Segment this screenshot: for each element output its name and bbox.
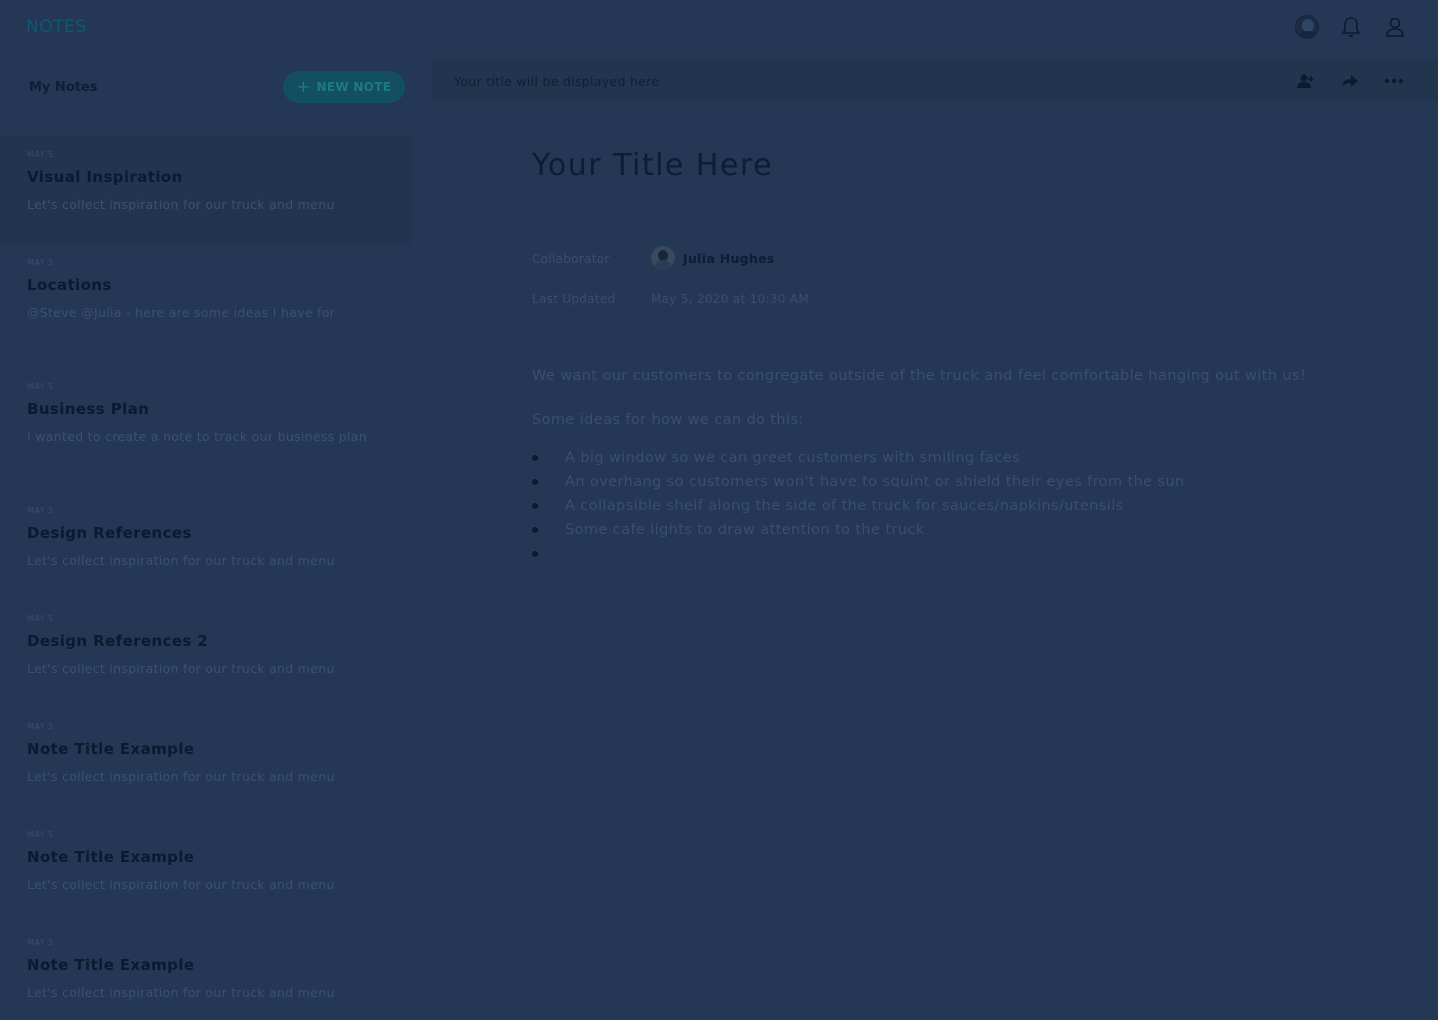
- bullet-item: [532, 546, 1412, 570]
- editor-toolbar: Your title will be displayed here: [432, 60, 1438, 102]
- new-note-button[interactable]: + NEW NOTE: [283, 71, 405, 103]
- share-icon[interactable]: [1338, 69, 1362, 93]
- note-list-item[interactable]: MAY 5 Visual Inspiration Let's collect i…: [0, 136, 412, 244]
- add-person-icon[interactable]: [1294, 69, 1318, 93]
- collaborator-label: Collaborator: [532, 252, 610, 266]
- note-preview: Let's collect inspiration for our truck …: [27, 661, 335, 676]
- last-updated-row: Last Updated May 5, 2020 at 10:30 AM: [532, 288, 1032, 328]
- collaborator[interactable]: Julia Hughes: [651, 246, 775, 270]
- collaborator-avatar: [651, 246, 675, 270]
- bullet-item: Some cafe lights to draw attention to th…: [532, 522, 1412, 546]
- avatar[interactable]: [1294, 14, 1320, 40]
- note-list-item[interactable]: MAY 5 Locations @Steve @Julia - here are…: [0, 244, 412, 368]
- more-icon[interactable]: [1382, 69, 1406, 93]
- note-preview: Let's collect inspiration for our truck …: [27, 197, 335, 212]
- note-list: MAY 5 Visual Inspiration Let's collect i…: [0, 136, 412, 1020]
- note-date: MAY 5: [27, 938, 54, 947]
- body-paragraph: We want our customers to congregate outs…: [532, 368, 1307, 384]
- note-title: Business Plan: [27, 400, 150, 418]
- bell-icon[interactable]: [1338, 14, 1364, 40]
- top-bar-actions: [1294, 14, 1408, 40]
- bullet-item: A big window so we can greet customers w…: [532, 450, 1412, 474]
- last-updated-value: May 5, 2020 at 10:30 AM: [651, 292, 809, 306]
- note-list-item[interactable]: MAY 5 Note Title Example Let's collect i…: [0, 924, 412, 1020]
- note-date: MAY 5: [27, 722, 54, 731]
- bullet-item: An overhang so customers won't have to s…: [532, 474, 1412, 498]
- note-preview: @Steve @Julia - here are some ideas I ha…: [27, 305, 336, 320]
- app-root: NOTES My Notes + NEW NOTE MAY 5 Visual I…: [0, 0, 1438, 1020]
- note-date: MAY 5: [27, 382, 54, 391]
- note-preview: Let's collect inspiration for our truck …: [27, 769, 335, 784]
- body-paragraph: Some ideas for how we can do this:: [532, 412, 804, 428]
- note-title: Note Title Example: [27, 848, 195, 866]
- note-metadata: Collaborator Julia Hughes Last Updated M…: [532, 246, 1032, 328]
- note-title: Visual Inspiration: [27, 168, 183, 186]
- note-list-item[interactable]: MAY 5 Business Plan I wanted to create a…: [0, 368, 412, 492]
- note-title: Locations: [27, 276, 112, 294]
- note-date: MAY 5: [27, 258, 54, 267]
- toolbar-title: Your title will be displayed here: [454, 74, 660, 89]
- note-date: MAY 5: [27, 150, 54, 159]
- note-date: MAY 5: [27, 830, 54, 839]
- note-date: MAY 5: [27, 506, 54, 515]
- note-title: Design References: [27, 524, 192, 542]
- plus-icon: +: [296, 77, 311, 96]
- sidebar: My Notes + NEW NOTE MAY 5 Visual Inspira…: [0, 56, 412, 1020]
- note-title: Note Title Example: [27, 740, 195, 758]
- bullet-item: A collapsible shelf along the side of th…: [532, 498, 1412, 522]
- note-preview: Let's collect inspiration for our truck …: [27, 553, 335, 568]
- app-title: NOTES: [26, 17, 87, 37]
- note-preview: Let's collect inspiration for our truck …: [27, 985, 335, 1000]
- note-title-heading[interactable]: Your Title Here: [532, 148, 773, 183]
- user-icon[interactable]: [1382, 14, 1408, 40]
- collaborator-name: Julia Hughes: [683, 250, 775, 266]
- note-title: Note Title Example: [27, 956, 195, 974]
- avatar-image: [1295, 15, 1319, 39]
- note-list-item[interactable]: MAY 5 Note Title Example Let's collect i…: [0, 816, 412, 924]
- top-bar: NOTES: [0, 0, 1438, 56]
- note-date: MAY 5: [27, 614, 54, 623]
- collaborator-row: Collaborator Julia Hughes: [532, 246, 1032, 288]
- note-preview: Let's collect inspiration for our truck …: [27, 877, 335, 892]
- sidebar-title: My Notes: [29, 80, 98, 95]
- note-list-item[interactable]: MAY 5 Design References 2 Let's collect …: [0, 600, 412, 708]
- note-editor: Your title will be displayed here Your T…: [432, 56, 1438, 1020]
- last-updated-label: Last Updated: [532, 292, 616, 306]
- note-title: Design References 2: [27, 632, 209, 650]
- sidebar-header: My Notes + NEW NOTE: [0, 56, 412, 120]
- note-body[interactable]: We want our customers to congregate outs…: [532, 368, 1412, 570]
- note-list-item[interactable]: MAY 5 Design References Let's collect in…: [0, 492, 412, 600]
- note-preview: I wanted to create a note to track our b…: [27, 429, 367, 444]
- note-list-item[interactable]: MAY 5 Note Title Example Let's collect i…: [0, 708, 412, 816]
- bullet-list: A big window so we can greet customers w…: [532, 450, 1412, 570]
- toolbar-actions: [1294, 69, 1406, 93]
- new-note-label: NEW NOTE: [316, 80, 392, 94]
